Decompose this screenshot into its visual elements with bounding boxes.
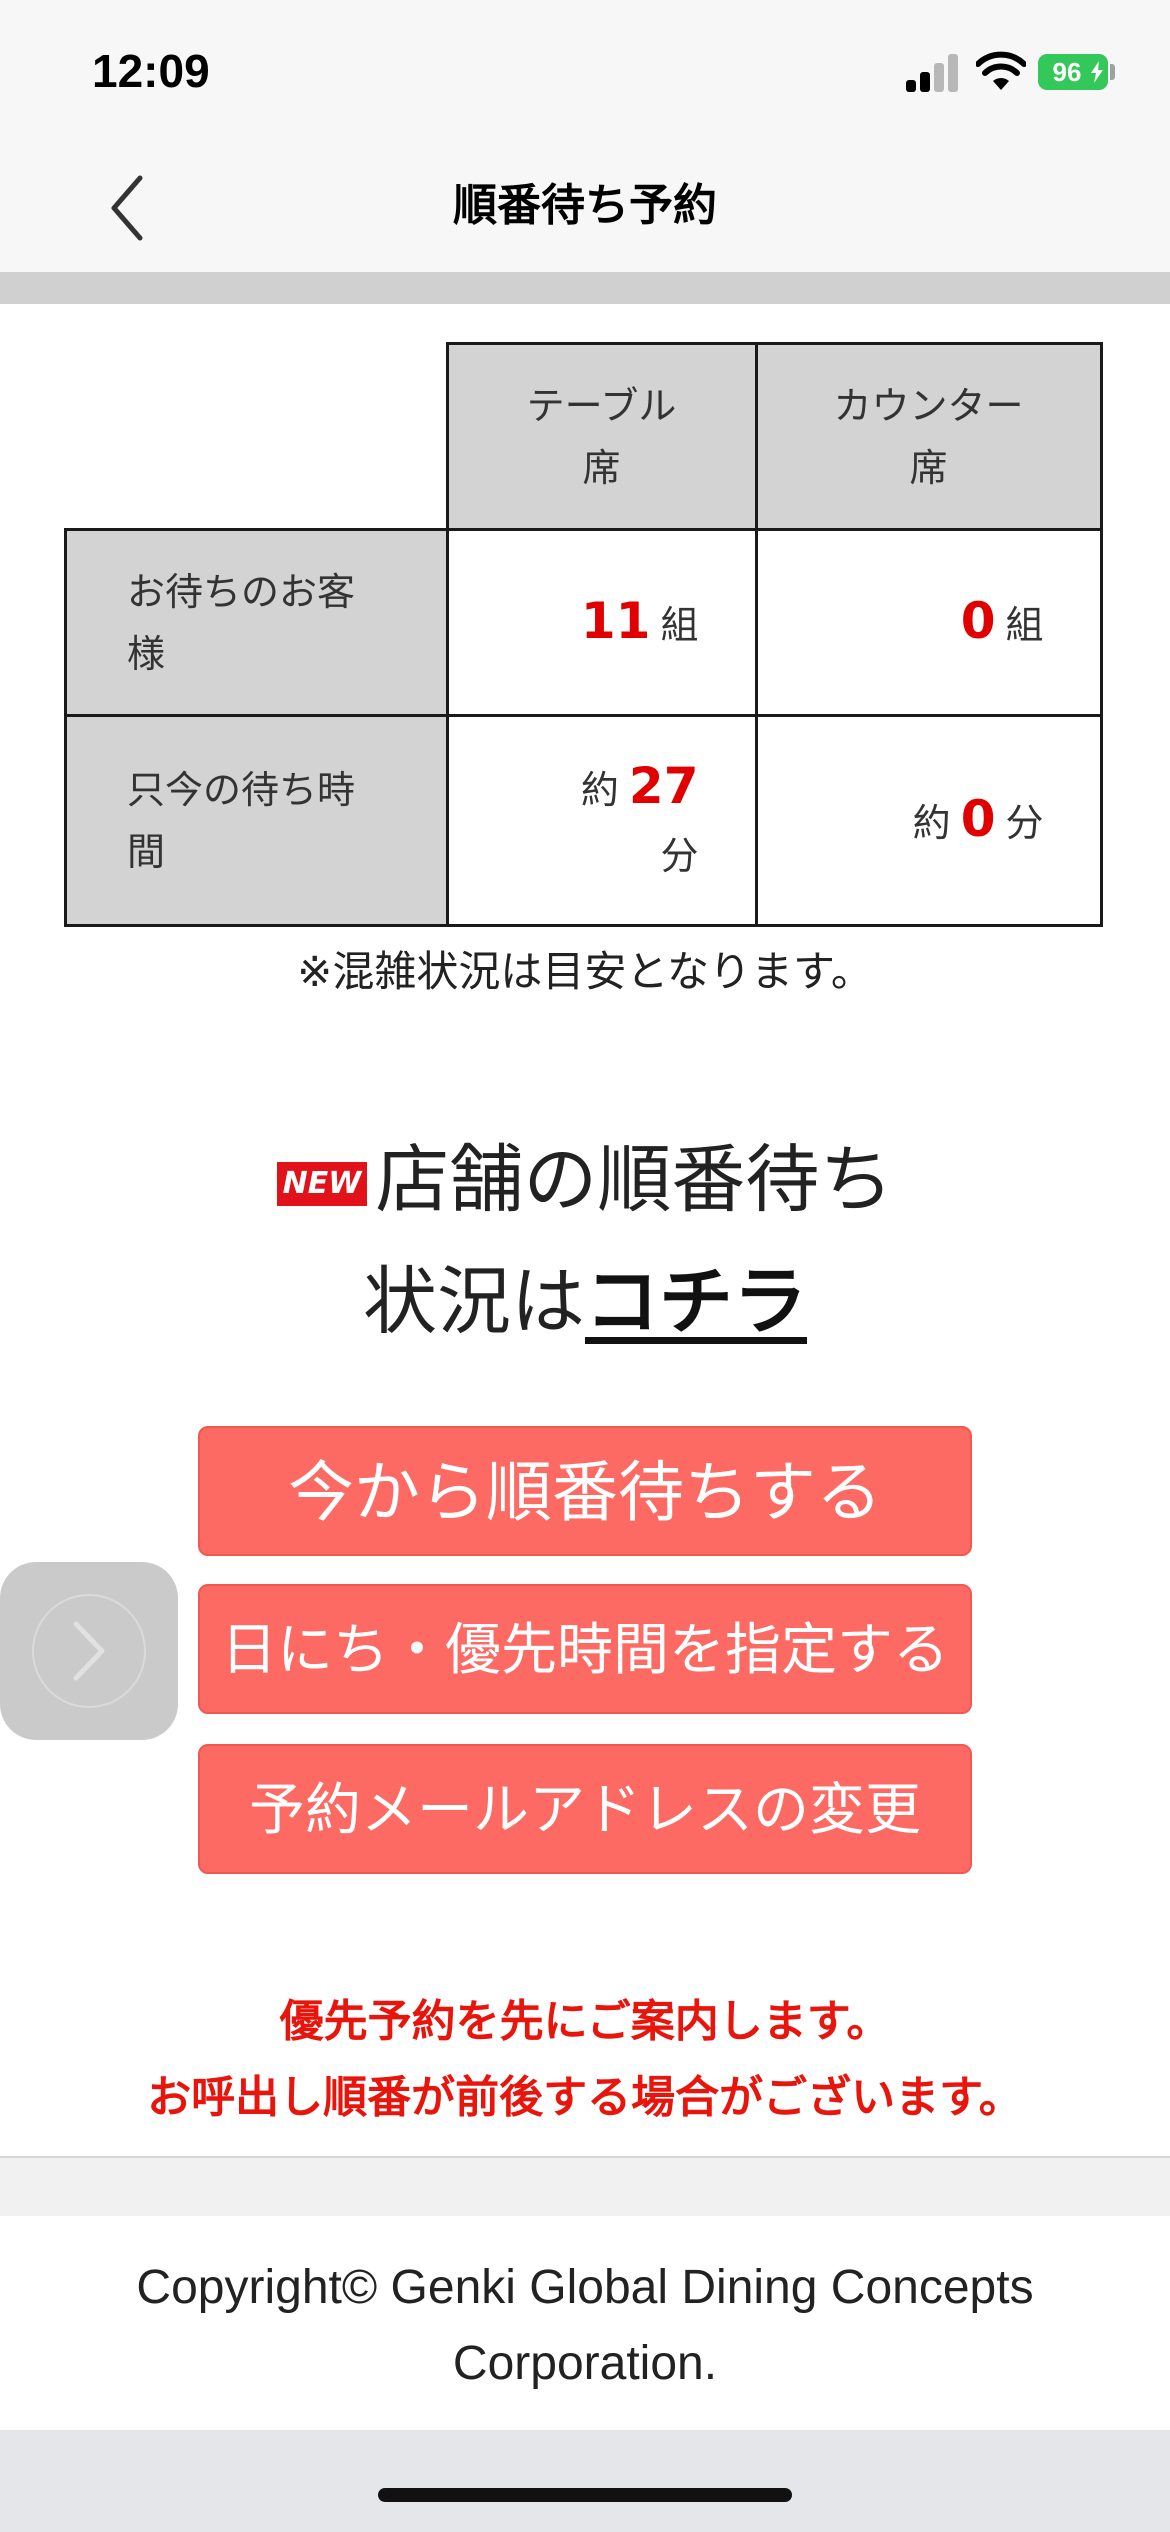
minute-unit: 分: [660, 833, 699, 878]
wifi-icon: [976, 51, 1026, 90]
current-wait-time-label-line2: 間: [127, 829, 166, 874]
store-wait-status-text: 店舗の順番待ち: [375, 1137, 894, 1223]
navigation-bar: 順番待ち予約: [0, 140, 1170, 273]
counter-wait-minutes: 約0分: [754, 714, 1103, 927]
priority-notice: 優先予約を先にご案内します。 お呼出し順番が前後する場合がございます。: [0, 1984, 1170, 2136]
table-minutes-value: 27: [628, 756, 699, 815]
table-seat-header-line2: 席: [582, 445, 621, 490]
counter-seat-header-line1: カウンター: [833, 383, 1024, 428]
waiting-guests-label-line2: 様: [127, 631, 166, 676]
table-groups-count: 11: [580, 591, 651, 650]
approx-label: 約: [912, 800, 951, 845]
minute-unit: 分: [1005, 800, 1044, 845]
status-prefix-text: 状況は: [363, 1259, 585, 1345]
charging-bolt-icon: [1091, 61, 1103, 83]
back-button[interactable]: [100, 170, 164, 246]
wait-now-button[interactable]: 今から順番待ちする: [198, 1426, 972, 1556]
copyright-line2: Corporation.: [452, 2337, 718, 2390]
chevron-left-icon: [111, 175, 143, 241]
here-link[interactable]: コチラ: [585, 1259, 807, 1345]
page-title: 順番待ち予約: [453, 180, 717, 231]
floating-forward-button[interactable]: [0, 1562, 178, 1740]
status-bar: 12:09 96: [0, 0, 1170, 140]
new-badge: NEW: [276, 1162, 368, 1207]
header-divider: [0, 272, 1170, 304]
counter-seat-header: カウンター 席: [754, 342, 1103, 531]
status-time: 12:09: [92, 45, 210, 97]
table-waiting-groups: 11 組: [445, 528, 758, 717]
footer-separator: [0, 2156, 1170, 2218]
group-unit: 組: [1005, 602, 1044, 647]
priority-notice-line1: 優先予約を先にご案内します。: [279, 1996, 891, 2047]
specify-date-button[interactable]: 日にち・優先時間を指定する: [198, 1584, 972, 1714]
chevron-right-icon: [73, 1621, 105, 1681]
approx-label: 約: [580, 767, 619, 812]
wait-status-table: テーブル 席 カウンター 席 お待ちのお客 様 11 組 0組 只今の待ち時 間 …: [64, 342, 1103, 927]
copyright-line1: Copyright© Genki Global Dining Concepts: [136, 2261, 1034, 2314]
copyright-text: Copyright© Genki Global Dining Concepts …: [0, 2250, 1170, 2402]
change-email-button[interactable]: 予約メールアドレスの変更: [198, 1744, 972, 1874]
store-wait-status-heading: NEW 店舗の順番待ち: [0, 1120, 1170, 1227]
signal-icon: [906, 52, 962, 92]
current-wait-time-label: 只今の待ち時 間: [64, 714, 449, 927]
footer: Copyright© Genki Global Dining Concepts …: [0, 2216, 1170, 2430]
group-unit: 組: [660, 602, 699, 647]
current-wait-time-label-line1: 只今の待ち時: [127, 767, 356, 812]
congestion-note: ※混雑状況は目安となります。: [297, 947, 873, 996]
waiting-guests-label-line1: お待ちのお客: [127, 569, 356, 614]
table-wait-minutes: 約 27 分: [445, 714, 758, 927]
battery-icon: 96: [1038, 54, 1108, 90]
home-indicator[interactable]: [378, 2488, 792, 2502]
counter-waiting-groups: 0組: [754, 528, 1103, 717]
battery-level: 96: [1052, 57, 1082, 87]
store-wait-status-line2: 状況はコチラ: [0, 1242, 1170, 1349]
counter-minutes-value: 0: [960, 789, 996, 848]
waiting-guests-label: お待ちのお客 様: [64, 528, 449, 717]
bottom-safe-area: [0, 2430, 1170, 2532]
table-seat-header: テーブル 席: [445, 342, 758, 531]
counter-seat-header-line2: 席: [909, 445, 948, 490]
table-corner: [65, 343, 449, 531]
table-seat-header-line1: テーブル: [526, 383, 677, 428]
priority-notice-line2: お呼出し順番が前後する場合がございます。: [147, 2072, 1023, 2123]
counter-groups-count: 0: [960, 591, 996, 650]
battery-tip: [1110, 64, 1115, 80]
